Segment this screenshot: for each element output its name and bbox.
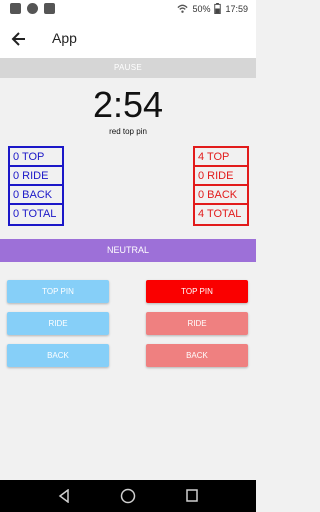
clock: 17:59 [225, 3, 248, 14]
status-icons-right: 50% 17:59 [177, 3, 248, 14]
blue-back-button[interactable]: BACK [7, 344, 109, 367]
red-top-score: 4 TOP [195, 148, 247, 167]
app-title: App [52, 30, 77, 46]
blue-ride-score: 0 RIDE [10, 167, 62, 186]
timer-status: red top pin [109, 127, 147, 136]
nav-home-icon[interactable] [120, 488, 136, 504]
back-arrow-icon[interactable] [11, 30, 27, 48]
red-ride-score: 0 RIDE [195, 167, 247, 186]
red-total-score: 4 TOTAL [198, 208, 242, 220]
red-ride-button[interactable]: RIDE [146, 312, 248, 335]
red-score-box: 4 TOP 0 RIDE 0 BACK 4 TOTAL [193, 146, 249, 226]
screen: 50% 17:59 App PAUSE 2:54 red top pin 0 T… [0, 0, 256, 512]
battery-icon [214, 3, 222, 14]
nav-recents-icon[interactable] [186, 489, 198, 502]
blue-ride-button[interactable]: RIDE [7, 312, 109, 335]
status-icons-left [10, 3, 55, 14]
blue-total-score: 0 TOTAL [13, 208, 57, 220]
red-top-pin-button[interactable]: TOP PIN [146, 280, 248, 303]
pause-button[interactable]: PAUSE [0, 58, 256, 78]
neutral-button[interactable]: NEUTRAL [0, 239, 256, 262]
wifi-icon [177, 4, 189, 13]
navigation-bar [0, 480, 256, 512]
status-bar: 50% 17:59 [0, 0, 256, 20]
blue-score-box: 0 TOP 0 RIDE 0 BACK 0 TOTAL [8, 146, 64, 226]
blue-back-score: 0 BACK [10, 186, 62, 205]
match-timer: 2:54 [92, 84, 164, 125]
app-bar: App [0, 20, 256, 58]
blue-top-pin-button[interactable]: TOP PIN [7, 280, 109, 303]
image-icon [44, 3, 55, 14]
blue-top-score: 0 TOP [10, 148, 62, 167]
nav-back-icon[interactable] [58, 489, 70, 503]
notification-icon [10, 3, 21, 14]
battery-percent: 50% [192, 3, 211, 14]
app-notification-icon [27, 3, 38, 14]
red-back-score: 0 BACK [195, 186, 247, 205]
red-back-button[interactable]: BACK [146, 344, 248, 367]
